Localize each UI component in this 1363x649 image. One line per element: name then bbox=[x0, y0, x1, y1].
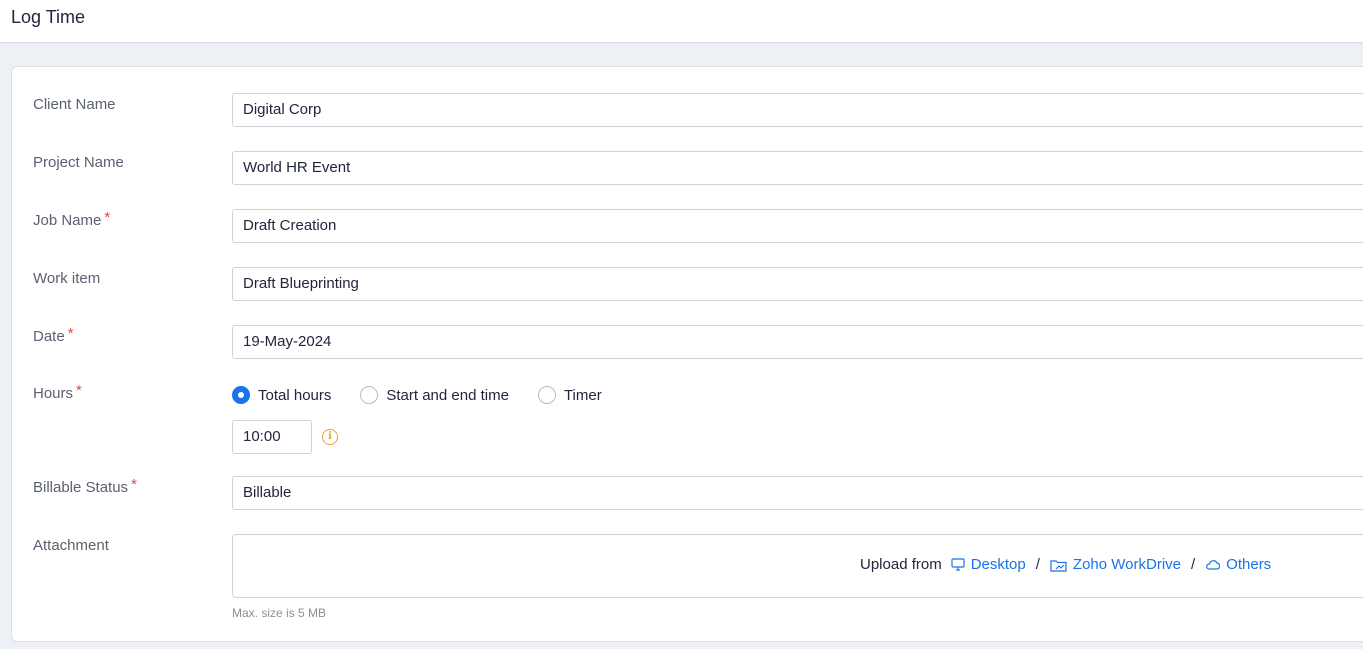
project-label: Project Name bbox=[33, 154, 124, 171]
required-marker: * bbox=[131, 476, 137, 493]
radio-total-hours[interactable]: Total hours bbox=[232, 386, 331, 404]
radio-unselected-icon bbox=[537, 386, 556, 404]
job-label: Job Name * bbox=[33, 209, 111, 229]
billable-label: Billable Status * bbox=[33, 476, 137, 496]
radio-unselected-icon bbox=[360, 386, 379, 404]
upload-workdrive-link[interactable]: Zoho WorkDrive bbox=[1050, 556, 1181, 573]
work-item-label: Work item bbox=[33, 270, 101, 287]
attachment-size-hint: Max. size is 5 MB bbox=[232, 606, 327, 620]
separator: / bbox=[1035, 556, 1040, 573]
separator: / bbox=[1191, 556, 1196, 573]
hours-label: Hours * bbox=[33, 382, 82, 402]
attachment-dropzone[interactable]: Upload from Desktop / Zoho WorkDrive / O… bbox=[232, 534, 1363, 598]
work-item-field[interactable]: Draft Blueprinting bbox=[232, 267, 1363, 301]
page-header: Log Time bbox=[0, 0, 1363, 43]
upload-desktop-link[interactable]: Desktop bbox=[951, 556, 1026, 573]
billable-field[interactable]: Billable bbox=[232, 476, 1363, 510]
hours-input[interactable]: 10:00 bbox=[232, 420, 312, 454]
client-label: Client Name bbox=[33, 96, 116, 113]
attachment-label: Attachment bbox=[33, 537, 109, 554]
log-time-form: Client Name Digital Corp Project Name Wo… bbox=[11, 66, 1363, 642]
project-field[interactable]: World HR Event bbox=[232, 151, 1363, 185]
upload-others-link[interactable]: Others bbox=[1205, 556, 1271, 573]
info-icon[interactable]: i bbox=[322, 429, 338, 445]
desktop-icon bbox=[951, 558, 965, 571]
radio-selected-icon bbox=[232, 386, 250, 404]
hours-mode-radio-group: Total hours Start and end time Timer bbox=[232, 384, 631, 406]
upload-from-label: Upload from bbox=[860, 556, 942, 573]
radio-timer[interactable]: Timer bbox=[537, 386, 602, 404]
required-marker: * bbox=[67, 325, 74, 342]
folder-icon bbox=[1050, 559, 1067, 572]
job-field[interactable]: Draft Creation bbox=[232, 209, 1363, 243]
cloud-icon bbox=[1206, 560, 1221, 570]
page-title: Log Time bbox=[11, 7, 86, 27]
upload-options: Upload from Desktop / Zoho WorkDrive / O… bbox=[860, 556, 1271, 573]
required-marker: * bbox=[104, 209, 111, 226]
client-field[interactable]: Digital Corp bbox=[232, 93, 1363, 127]
required-marker: * bbox=[76, 382, 82, 399]
radio-start-end-time[interactable]: Start and end time bbox=[360, 386, 509, 404]
date-label: Date * bbox=[33, 325, 74, 345]
date-field[interactable]: 19-May-2024 bbox=[232, 325, 1363, 359]
